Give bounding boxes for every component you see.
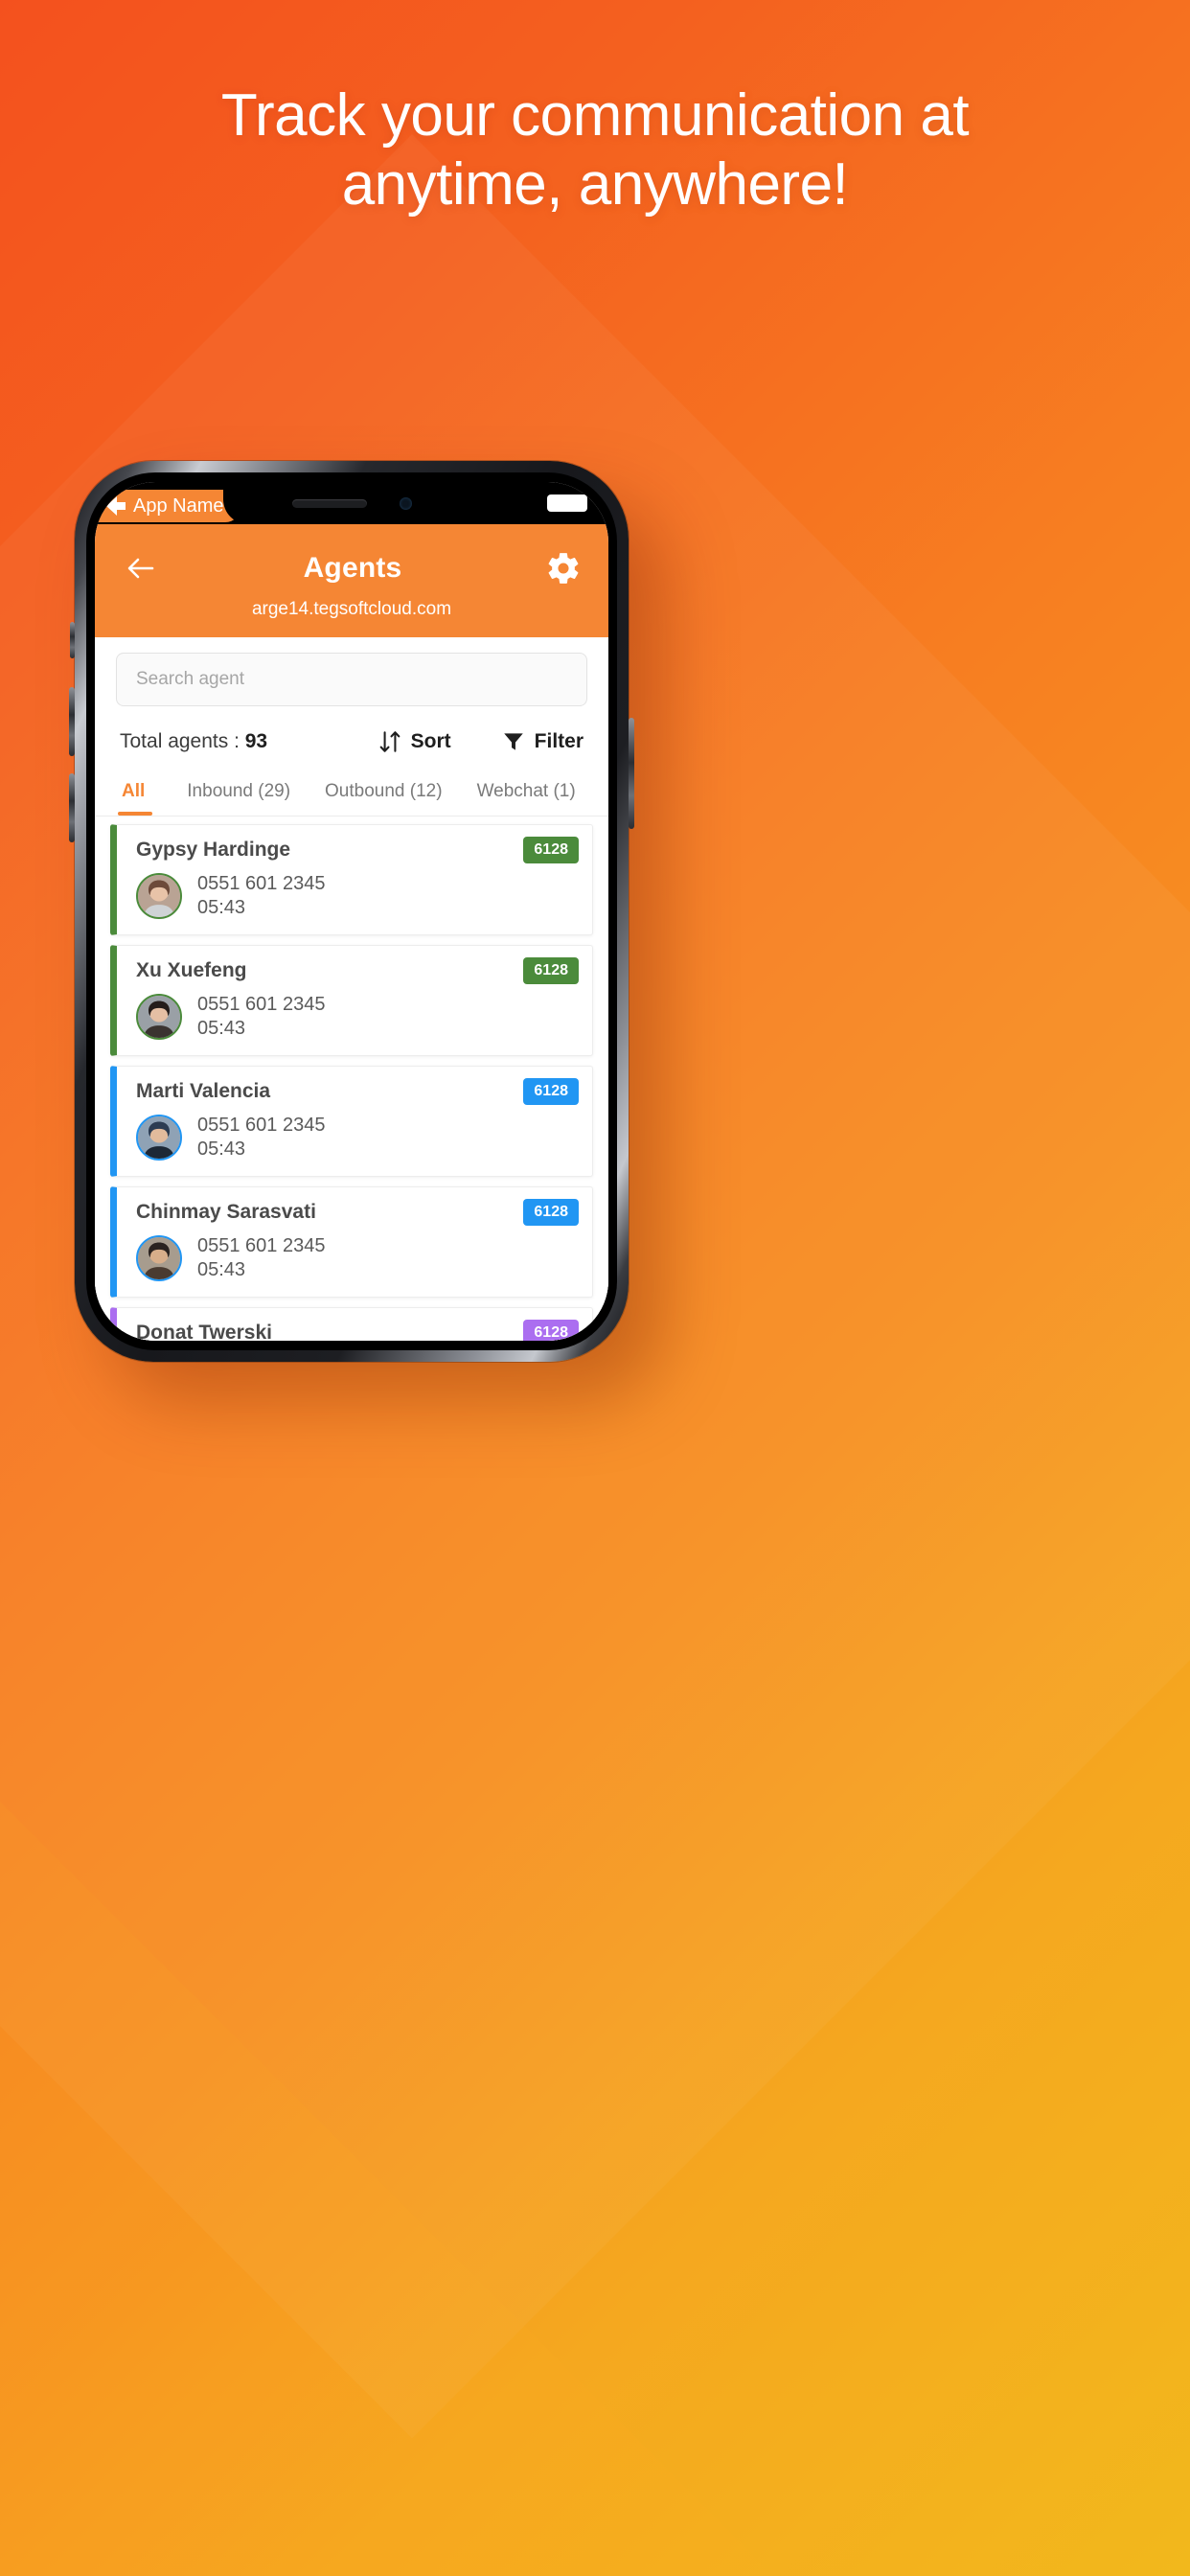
agent-phone-number: 0551 601 2345	[197, 873, 326, 894]
agent-card[interactable]: 6128Donat Twerski0551 601 234505:43	[110, 1307, 593, 1341]
agent-card[interactable]: 6128 Gypsy Hardinge 0551 601 2345 05:43	[110, 824, 593, 935]
agent-detail-row: 0551 601 2345 05:43	[136, 1235, 577, 1281]
agent-card[interactable]: 6128 Xu Xuefeng 0551 601 2345 05:43	[110, 945, 593, 1056]
agent-phone-number: 0551 601 2345	[197, 994, 326, 1015]
power-button[interactable]	[629, 718, 634, 829]
avatar-man-beard-image	[138, 1237, 180, 1279]
phone-bezel: App Name Agents arge14.tegsoftcloud.com …	[86, 472, 617, 1350]
status-bar-right	[547, 494, 587, 512]
arrow-left-icon	[127, 558, 154, 579]
agent-card[interactable]: 6128 Marti Valencia 0551 601 2345 05:43	[110, 1066, 593, 1177]
sort-button-label: Sort	[410, 730, 451, 752]
agent-extension-badge: 6128	[523, 1078, 579, 1105]
agent-name: Chinmay Sarasvati	[136, 1201, 316, 1223]
tab-outbound[interactable]: Outbound (12)	[308, 773, 460, 816]
agent-name: Marti Valencia	[136, 1080, 271, 1102]
agent-name: Xu Xuefeng	[136, 959, 247, 981]
battery-icon	[547, 494, 587, 512]
total-agents-text: Total agents :	[120, 730, 245, 752]
agent-list[interactable]: 6128 Gypsy Hardinge 0551 601 2345 05:43 6128…	[95, 816, 608, 1341]
app-header: Agents arge14.tegsoftcloud.com	[95, 524, 608, 637]
gear-icon	[548, 553, 579, 584]
sort-button[interactable]: Sort	[378, 729, 451, 754]
agent-time: 05:43	[197, 1018, 246, 1039]
agent-phone-number: 0551 601 2345	[197, 1235, 326, 1256]
total-agents-count: 93	[244, 730, 268, 752]
phone-screen: App Name Agents arge14.tegsoftcloud.com …	[95, 482, 608, 1341]
volume-down-button[interactable]	[69, 773, 75, 842]
avatar-woman-scarf-image	[138, 875, 180, 917]
avatar	[136, 1235, 182, 1281]
avatar-man-suit-image	[138, 1116, 180, 1159]
agent-detail-row: 0551 601 2345 05:43	[136, 1115, 577, 1161]
filter-icon	[503, 733, 523, 750]
promo-headline: Track your communication at anytime, any…	[0, 81, 1190, 219]
agent-card[interactable]: 6128 Chinmay Sarasvati 0551 601 2345 05:43	[110, 1186, 593, 1298]
settings-button[interactable]	[545, 550, 582, 586]
avatar	[136, 1115, 182, 1161]
front-camera-icon	[399, 496, 412, 510]
category-tabs: All Inbound (29) Outbound (12) Webchat (…	[95, 768, 608, 816]
tab-webchat[interactable]: Webchat (1)	[460, 773, 593, 816]
app-header-row: Agents	[122, 549, 582, 587]
headline-line-1: Track your communication at	[220, 82, 970, 149]
phone-mockup: App Name Agents arge14.tegsoftcloud.com …	[69, 461, 634, 1362]
header-subtitle: arge14.tegsoftcloud.com	[251, 599, 452, 619]
agent-detail-row: 0551 601 2345 05:43	[136, 873, 577, 919]
sort-icon	[379, 731, 400, 752]
agent-detail-row: 0551 601 2345 05:43	[136, 994, 577, 1040]
agent-time: 05:43	[197, 1259, 246, 1280]
promo-stage: Track your communication at anytime, any…	[0, 0, 1190, 2576]
avatar-woman-dark-hair-image	[138, 996, 180, 1038]
agent-extension-badge: 6128	[523, 957, 579, 984]
agent-name: Donat Twerski	[136, 1322, 272, 1341]
phone-notch	[223, 482, 480, 524]
search-bar-container	[95, 637, 608, 714]
page-title: Agents	[303, 552, 402, 584]
app-body: Total agents : 93 Sort	[95, 637, 608, 1341]
agent-meta: 0551 601 2345 05:43	[197, 1235, 325, 1281]
tab-email[interactable]: E	[593, 773, 608, 816]
agent-phone-number: 0551 601 2345	[197, 1115, 326, 1136]
headline-line-2: anytime, anywhere!	[341, 150, 849, 218]
search-input[interactable]	[116, 653, 587, 706]
status-bar-app-return[interactable]: App Name	[95, 490, 241, 522]
agent-meta: 0551 601 2345 05:43	[197, 1115, 325, 1161]
silence-switch[interactable]	[70, 622, 75, 658]
back-arrow-icon	[106, 496, 126, 516]
agent-extension-badge: 6128	[523, 837, 579, 863]
agent-meta: 0551 601 2345 05:43	[197, 994, 325, 1040]
stats-toolbar: Total agents : 93 Sort Filter	[95, 714, 608, 768]
agent-extension-badge: 6128	[523, 1320, 579, 1341]
avatar	[136, 994, 182, 1040]
volume-up-button[interactable]	[69, 687, 75, 756]
agent-extension-badge: 6128	[523, 1199, 579, 1226]
status-bar-app-name: App Name	[133, 494, 224, 517]
agent-name: Gypsy Hardinge	[136, 839, 291, 861]
filter-button-label: Filter	[534, 730, 584, 752]
agent-time: 05:43	[197, 1138, 246, 1160]
avatar	[136, 873, 182, 919]
tab-inbound[interactable]: Inbound (29)	[170, 773, 308, 816]
agent-meta: 0551 601 2345 05:43	[197, 873, 325, 919]
total-agents-label: Total agents : 93	[120, 730, 267, 753]
earpiece-speaker	[291, 498, 367, 508]
filter-button[interactable]: Filter	[501, 729, 584, 754]
agent-time: 05:43	[197, 897, 246, 918]
header-back-button[interactable]	[122, 549, 160, 587]
tab-all[interactable]: All	[95, 773, 170, 816]
toolbar-actions: Sort Filter	[378, 729, 584, 754]
background-diagonal-shadow	[0, 1572, 923, 2576]
